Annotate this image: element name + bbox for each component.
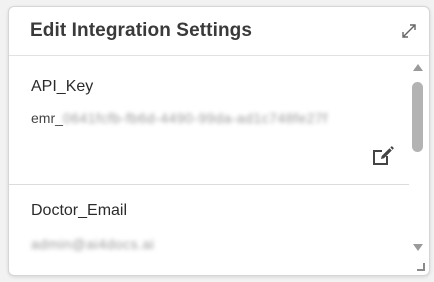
resize-grip-icon[interactable]: [417, 263, 425, 271]
edit-api-key-button[interactable]: [369, 143, 395, 169]
scroll-up-arrow-icon[interactable]: [413, 64, 423, 71]
field-label-api-key: API_Key: [31, 78, 94, 95]
expand-icon[interactable]: [399, 21, 419, 41]
dialog-header: Edit Integration Settings: [9, 7, 429, 56]
scroll-down-arrow-icon[interactable]: [413, 244, 423, 251]
field-value-api-key: emr_0641fcfb-fb6d-4490-99da-ad1c748fe27f: [31, 110, 328, 126]
doctor-email-masked: admin@ai4docs.ai: [31, 236, 155, 252]
vertical-scrollbar[interactable]: [409, 56, 427, 275]
edit-integration-settings-dialog: Edit Integration Settings API_Key emr_06…: [8, 6, 430, 276]
dialog-title: Edit Integration Settings: [30, 20, 253, 41]
field-doctor-email: Doctor_Email admin@ai4docs.ai: [9, 185, 409, 275]
scrollbar-thumb[interactable]: [412, 82, 423, 152]
dialog-body: API_Key emr_0641fcfb-fb6d-4490-99da-ad1c…: [9, 56, 409, 275]
api-key-masked: 0641fcfb-fb6d-4490-99da-ad1c748fe27f: [62, 110, 328, 126]
field-label-doctor-email: Doctor_Email: [31, 202, 128, 219]
field-api-key: API_Key emr_0641fcfb-fb6d-4490-99da-ad1c…: [9, 56, 409, 184]
edit-pencil-icon: [373, 146, 394, 165]
field-value-doctor-email: admin@ai4docs.ai: [31, 236, 154, 252]
api-key-prefix: emr_: [31, 110, 63, 126]
